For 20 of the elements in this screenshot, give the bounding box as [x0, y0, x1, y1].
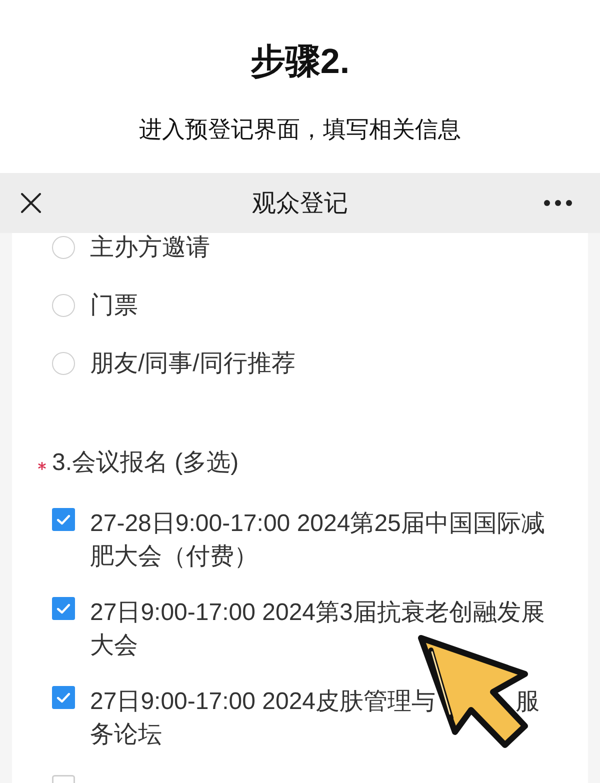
instruction-text: 进入预登记界面，填写相关信息 [139, 115, 461, 144]
option-label: 27日9:00-17:00 2024皮肤管理与 [90, 687, 436, 717]
more-icon[interactable] [544, 200, 572, 206]
option-label: 门票 [90, 290, 138, 320]
option-label: 务论坛 [90, 720, 162, 750]
close-icon[interactable] [21, 193, 41, 213]
option-label: 服 [516, 687, 540, 717]
option-label: 主办方邀请 [90, 233, 210, 262]
question-title: 3.会议报名 (多选) [52, 448, 239, 478]
option-label: 27日9:00-17:00 2024第3届抗衰老创融发展大会 [90, 598, 546, 661]
option-label: 朋友/同事/同行推荐 [90, 348, 296, 378]
radio-button[interactable] [52, 236, 75, 258]
page-title: 步骤2. [250, 41, 350, 83]
checkbox[interactable] [52, 597, 75, 620]
checkbox[interactable] [52, 508, 75, 531]
checkbox[interactable] [52, 686, 75, 709]
radio-button[interactable] [52, 352, 75, 374]
radio-button[interactable] [52, 294, 75, 316]
webview-title: 观众登记 [252, 189, 348, 219]
option-label: 27-28日9:00-17:00 2024第25届中国国际减肥大会（付费） [90, 509, 546, 572]
